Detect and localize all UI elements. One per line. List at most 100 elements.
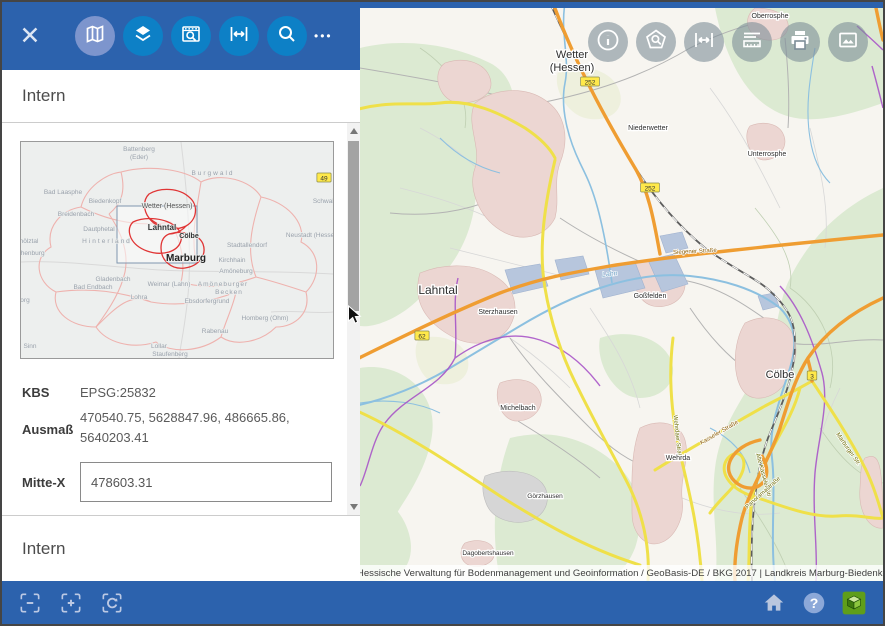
svg-text:Sinn: Sinn: [23, 343, 36, 350]
svg-text:Neustadt (Hessen): Neustadt (Hessen): [286, 232, 333, 239]
basemap-button[interactable]: [75, 16, 115, 56]
svg-text:Goßfelden: Goßfelden: [634, 293, 667, 300]
svg-text:Lollar: Lollar: [151, 343, 168, 350]
polygon-search-icon: [643, 27, 669, 58]
extent-value: 470540.75, 5628847.96, 486665.86, 564020…: [80, 408, 332, 448]
measure-line-button[interactable]: [684, 22, 724, 62]
zoom-in-box-button[interactable]: [58, 590, 84, 616]
accordion-header-intern-bottom[interactable]: Intern: [2, 515, 360, 581]
close-panel-button[interactable]: ✕: [10, 16, 50, 56]
svg-text:Amöneburg: Amöneburg: [219, 268, 253, 275]
bottom-bar: ?: [2, 581, 883, 624]
svg-text:Lahntal: Lahntal: [148, 223, 176, 232]
svg-text:Bad Laasphe: Bad Laasphe: [44, 189, 83, 196]
svg-text:Biedenkopf: Biedenkopf: [89, 198, 122, 205]
measure-area-button[interactable]: [732, 22, 772, 62]
svg-text:Battenberg: Battenberg: [123, 146, 155, 153]
svg-text:Marburg: Marburg: [166, 253, 206, 264]
svg-text:Unterrosphe: Unterrosphe: [748, 151, 787, 158]
svg-text:Dautphetal: Dautphetal: [83, 226, 115, 233]
kbs-label: KBS: [22, 385, 49, 400]
svg-text:Wetter (Hessen): Wetter (Hessen): [142, 203, 193, 210]
toolbar-button-group: [75, 16, 307, 56]
svg-text:Schwalm: Schwalm: [313, 198, 333, 205]
accordion-header-intern-top[interactable]: Intern: [2, 70, 360, 123]
svg-text:?: ?: [810, 594, 819, 610]
panel-scrollbar[interactable]: [347, 123, 360, 515]
feature-search-button[interactable]: [171, 16, 211, 56]
svg-text:3: 3: [810, 373, 814, 380]
svg-text:Görzhausen: Görzhausen: [527, 493, 563, 500]
info-icon: [595, 27, 621, 58]
center-x-label: Mitte-X: [22, 475, 65, 490]
svg-text:(Eder): (Eder): [130, 154, 148, 161]
extent-label: Ausmaß: [22, 422, 73, 437]
svg-text:Niederwetter: Niederwetter: [628, 125, 668, 132]
printer-icon: [787, 27, 813, 58]
svg-text:Bad Endbach: Bad Endbach: [73, 284, 112, 291]
scroll-up-arrow[interactable]: [350, 128, 358, 134]
svg-text:Burgwald: Burgwald: [191, 170, 234, 177]
geoportal-logo[interactable]: [841, 590, 867, 616]
map-attribution: © Hessische Verwaltung für Bodenmanageme…: [360, 565, 883, 581]
help-button[interactable]: ?: [801, 590, 827, 616]
svg-text:Becken: Becken: [215, 289, 243, 296]
measure-button[interactable]: [219, 16, 259, 56]
scroll-down-arrow[interactable]: [350, 504, 358, 510]
svg-text:Weimar (Lahn): Weimar (Lahn): [148, 281, 191, 288]
svg-text:252: 252: [585, 79, 596, 86]
svg-text:62: 62: [418, 333, 426, 340]
measure-line-icon: [691, 27, 717, 58]
svg-text:(Hessen): (Hessen): [550, 62, 595, 74]
scrollbar-thumb[interactable]: [348, 141, 359, 311]
measure-icon: [227, 22, 251, 51]
svg-text:Staufenberg: Staufenberg: [152, 351, 188, 358]
sidebar-toolbar: ✕: [2, 2, 360, 70]
svg-text:Sterzhausen: Sterzhausen: [478, 309, 517, 316]
screenshot-button[interactable]: [828, 22, 868, 62]
home-button[interactable]: [761, 590, 787, 616]
spatial-search-button[interactable]: [636, 22, 676, 62]
overflow-menu-button[interactable]: •••: [314, 29, 333, 43]
search-button[interactable]: [267, 16, 307, 56]
layers-button[interactable]: [123, 16, 163, 56]
svg-text:49: 49: [320, 175, 328, 182]
image-icon: [835, 27, 861, 58]
zoom-to-extent-button[interactable]: [17, 590, 43, 616]
center-x-input[interactable]: [80, 462, 332, 502]
layers-icon: [131, 22, 155, 51]
svg-text:Gladenbach: Gladenbach: [95, 276, 130, 283]
map-view[interactable]: 252252362 Siegener StraßeKasseler Straße…: [360, 8, 883, 581]
reset-view-button[interactable]: [99, 590, 125, 616]
bottom-bar-right: ?: [747, 590, 883, 616]
kbs-value: EPSG:25832: [80, 385, 156, 400]
svg-text:Dagobertshausen: Dagobertshausen: [462, 550, 514, 557]
svg-text:hölztal: hölztal: [21, 238, 39, 245]
svg-text:Lahntal: Lahntal: [418, 283, 457, 297]
svg-text:Stadtallendorf: Stadtallendorf: [227, 242, 267, 249]
map-canvas[interactable]: 252252362 Siegener StraßeKasseler Straße…: [360, 8, 883, 581]
info-button[interactable]: [588, 22, 628, 62]
svg-text:Homberg (Ohm): Homberg (Ohm): [242, 315, 289, 322]
svg-text:org: org: [21, 297, 30, 304]
app-window: ✕: [0, 0, 885, 626]
svg-text:Lohra: Lohra: [131, 294, 148, 301]
panel-content: 49 Battenberg(Eder) Burgwald Bad Laasphe Bi…: [2, 123, 360, 515]
table-search-icon: [179, 22, 203, 51]
svg-text:Ebsdorfergrund: Ebsdorfergrund: [185, 298, 230, 305]
overview-map-canvas: 49 Battenberg(Eder) Burgwald Bad Laasphe Bi…: [21, 142, 333, 358]
svg-text:Breidenbach: Breidenbach: [58, 211, 95, 218]
search-icon: [275, 22, 299, 51]
svg-text:Rabenau: Rabenau: [202, 328, 229, 335]
svg-text:Michelbach: Michelbach: [500, 405, 536, 412]
map-icon: [83, 22, 107, 51]
overview-map[interactable]: 49 Battenberg(Eder) Burgwald Bad Laasphe Bi…: [20, 141, 334, 359]
svg-text:Amöneburger: Amöneburger: [198, 281, 248, 288]
svg-text:Wehrda: Wehrda: [666, 455, 690, 462]
map-toolbar: [588, 22, 868, 62]
ruler-icon: [739, 27, 765, 58]
svg-text:Kirchhain: Kirchhain: [218, 257, 245, 264]
print-button[interactable]: [780, 22, 820, 62]
svg-text:chenburg: chenburg: [21, 250, 45, 257]
svg-text:Oberrosphe: Oberrosphe: [752, 13, 789, 20]
